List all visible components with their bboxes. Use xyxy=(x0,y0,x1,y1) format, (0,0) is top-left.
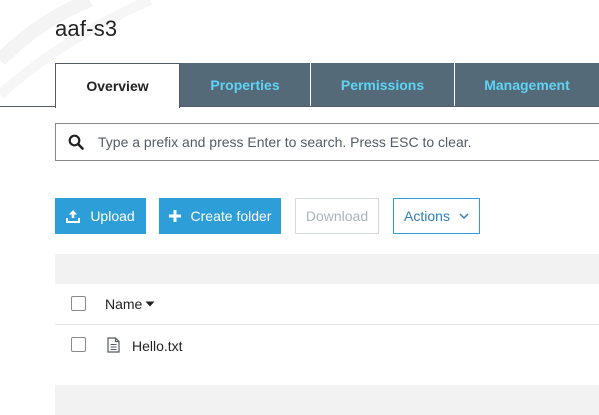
file-name-link[interactable]: Hello.txt xyxy=(132,338,183,354)
actions-dropdown-label: Actions xyxy=(404,208,450,224)
tab-management[interactable]: Management xyxy=(455,63,599,106)
create-folder-button[interactable]: Create folder xyxy=(159,198,281,234)
plus-icon xyxy=(168,210,181,222)
search-icon xyxy=(68,134,84,150)
column-header-name-label: Name xyxy=(105,296,143,312)
download-button-label: Download xyxy=(305,208,369,224)
file-icon xyxy=(107,337,120,353)
select-all-checkbox[interactable] xyxy=(71,296,86,311)
table-footer-band xyxy=(55,385,599,415)
table-header: Name xyxy=(55,284,599,325)
upload-button[interactable]: Upload xyxy=(55,198,146,234)
tab-permissions[interactable]: Permissions xyxy=(311,63,454,106)
table-row[interactable]: Hello.txt xyxy=(55,325,599,367)
upload-icon xyxy=(66,210,81,223)
tab-properties[interactable]: Properties xyxy=(180,63,310,106)
download-button[interactable]: Download xyxy=(295,198,379,234)
table-toolbar-band xyxy=(55,254,599,284)
tab-overview[interactable]: Overview xyxy=(55,63,180,108)
page-title: aaf-s3 xyxy=(55,16,118,41)
create-folder-button-label: Create folder xyxy=(190,208,272,224)
search-input[interactable] xyxy=(98,134,578,150)
chevron-down-icon xyxy=(459,213,469,219)
upload-button-label: Upload xyxy=(90,208,135,224)
actions-dropdown[interactable]: Actions xyxy=(393,198,480,234)
column-header-name[interactable]: Name xyxy=(105,296,155,312)
sort-down-icon xyxy=(145,301,155,307)
row-checkbox[interactable] xyxy=(71,337,86,352)
search-box[interactable] xyxy=(55,123,599,161)
